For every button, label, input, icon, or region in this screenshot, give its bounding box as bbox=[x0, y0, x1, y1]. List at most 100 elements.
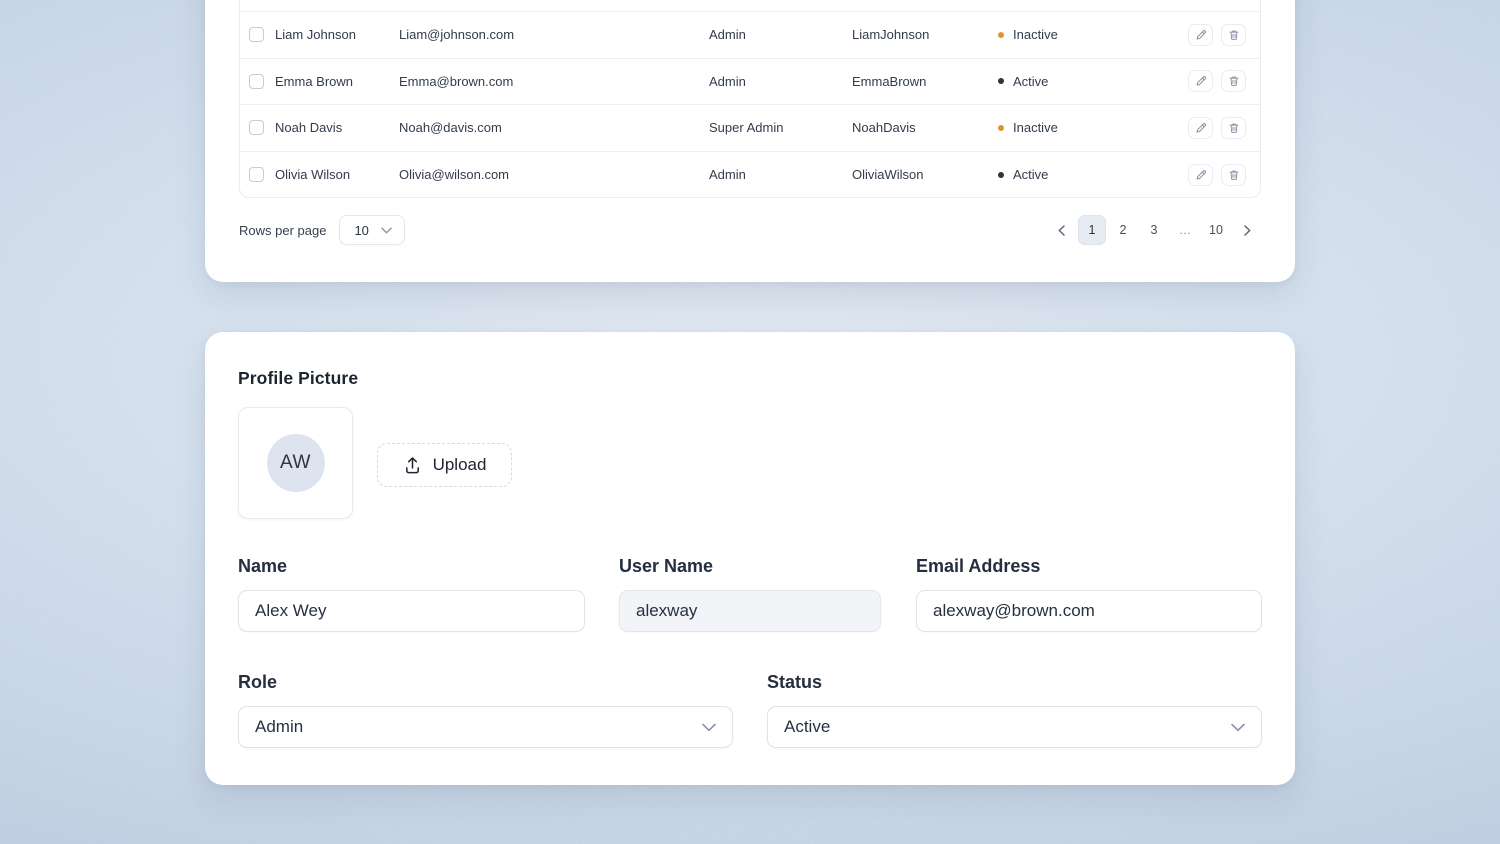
user-username-cell: OliviaWilson bbox=[852, 167, 998, 182]
pencil-icon bbox=[1195, 29, 1207, 41]
status-dot bbox=[998, 32, 1004, 38]
chevron-down-icon bbox=[381, 227, 392, 234]
role-select[interactable]: Admin bbox=[238, 706, 733, 748]
status-select[interactable]: Active bbox=[767, 706, 1262, 748]
user-username-cell: EmmaBrown bbox=[852, 74, 998, 89]
pencil-icon bbox=[1195, 122, 1207, 134]
user-email-cell: Emma@brown.com bbox=[399, 74, 709, 89]
user-name-cell: Noah Davis bbox=[275, 120, 399, 135]
user-role-cell: Super Admin bbox=[709, 120, 852, 135]
page-button-3[interactable]: 3 bbox=[1140, 215, 1168, 245]
username-label: User Name bbox=[619, 556, 881, 577]
next-page-button[interactable] bbox=[1233, 215, 1261, 245]
row-checkbox[interactable] bbox=[249, 167, 264, 182]
chevron-down-icon bbox=[1231, 723, 1245, 732]
user-role-cell: Admin bbox=[709, 167, 852, 182]
user-name-cell: Liam Johnson bbox=[275, 27, 399, 42]
user-username-cell: NoahDavis bbox=[852, 120, 998, 135]
edit-button[interactable] bbox=[1188, 70, 1213, 92]
user-name-cell: Emma Brown bbox=[275, 74, 399, 89]
role-label: Role bbox=[238, 672, 733, 693]
user-status-cell: Inactive bbox=[998, 120, 1160, 135]
status-value: Active bbox=[784, 717, 830, 737]
row-actions bbox=[1160, 117, 1246, 139]
edit-button[interactable] bbox=[1188, 24, 1213, 46]
trash-icon bbox=[1228, 169, 1240, 181]
user-name-cell: Olivia Wilson bbox=[275, 167, 399, 182]
user-status-cell: Active bbox=[998, 167, 1160, 182]
role-field: Role Admin bbox=[238, 672, 733, 748]
table-row: Emma Brown Emma@brown.com Admin EmmaBrow… bbox=[240, 59, 1260, 106]
pencil-icon bbox=[1195, 169, 1207, 181]
row-checkbox[interactable] bbox=[249, 27, 264, 42]
users-table-card: Liam Johnson Liam@johnson.com Admin Liam… bbox=[205, 0, 1295, 282]
status-dot bbox=[998, 172, 1004, 178]
status-label: Active bbox=[1013, 74, 1048, 89]
status-dot bbox=[998, 125, 1004, 131]
row-checkbox[interactable] bbox=[249, 74, 264, 89]
row-actions bbox=[1160, 164, 1246, 186]
user-status-cell: Active bbox=[998, 74, 1160, 89]
row-actions bbox=[1160, 24, 1246, 46]
user-role-cell: Admin bbox=[709, 74, 852, 89]
user-email-cell: Noah@davis.com bbox=[399, 120, 709, 135]
user-email-cell: Olivia@wilson.com bbox=[399, 167, 709, 182]
table-row: Noah Davis Noah@davis.com Super Admin No… bbox=[240, 105, 1260, 152]
delete-button[interactable] bbox=[1221, 117, 1246, 139]
profile-card: Profile Picture AW Upload Name User Name… bbox=[205, 332, 1295, 785]
rows-per-page-value: 10 bbox=[354, 223, 368, 238]
table-row: Olivia Wilson Olivia@wilson.com Admin Ol… bbox=[240, 152, 1260, 199]
profile-picture-title: Profile Picture bbox=[238, 368, 358, 389]
delete-button[interactable] bbox=[1221, 24, 1246, 46]
table-row: Liam Johnson Liam@johnson.com Admin Liam… bbox=[240, 12, 1260, 59]
chevron-left-icon bbox=[1058, 225, 1065, 236]
role-value: Admin bbox=[255, 717, 303, 737]
name-input[interactable] bbox=[238, 590, 585, 632]
username-input[interactable] bbox=[619, 590, 881, 632]
users-table: Liam Johnson Liam@johnson.com Admin Liam… bbox=[239, 0, 1261, 198]
status-label: Inactive bbox=[1013, 120, 1058, 135]
user-email-cell: Liam@johnson.com bbox=[399, 27, 709, 42]
delete-button[interactable] bbox=[1221, 164, 1246, 186]
user-status-cell: Inactive bbox=[998, 27, 1160, 42]
name-field: Name bbox=[238, 556, 585, 632]
email-label: Email Address bbox=[916, 556, 1262, 577]
pagination-ellipsis: … bbox=[1171, 215, 1199, 245]
avatar: AW bbox=[267, 434, 325, 492]
status-label: Inactive bbox=[1013, 27, 1058, 42]
trash-icon bbox=[1228, 122, 1240, 134]
trash-icon bbox=[1228, 75, 1240, 87]
user-username-cell: LiamJohnson bbox=[852, 27, 998, 42]
upload-button[interactable]: Upload bbox=[377, 443, 512, 487]
previous-page-button[interactable] bbox=[1047, 215, 1075, 245]
delete-button[interactable] bbox=[1221, 70, 1246, 92]
email-input[interactable] bbox=[916, 590, 1262, 632]
row-checkbox[interactable] bbox=[249, 120, 264, 135]
upload-label: Upload bbox=[433, 455, 487, 475]
edit-button[interactable] bbox=[1188, 117, 1213, 139]
upload-icon bbox=[403, 456, 422, 475]
page-button-10[interactable]: 10 bbox=[1202, 215, 1230, 245]
status-label: Active bbox=[1013, 167, 1048, 182]
avatar-container: AW bbox=[238, 407, 353, 519]
status-label: Status bbox=[767, 672, 1262, 693]
name-label: Name bbox=[238, 556, 585, 577]
status-field: Status Active bbox=[767, 672, 1262, 748]
row-actions bbox=[1160, 70, 1246, 92]
page-button-1[interactable]: 1 bbox=[1078, 215, 1106, 245]
pagination: 1 2 3 … 10 bbox=[1047, 215, 1261, 245]
user-role-cell: Admin bbox=[709, 27, 852, 42]
trash-icon bbox=[1228, 29, 1240, 41]
rows-per-page-label: Rows per page bbox=[239, 223, 326, 238]
username-field: User Name bbox=[619, 556, 881, 632]
pencil-icon bbox=[1195, 75, 1207, 87]
table-footer: Rows per page 10 1 2 3 … 10 bbox=[239, 214, 1261, 246]
page-button-2[interactable]: 2 bbox=[1109, 215, 1137, 245]
rows-per-page: Rows per page 10 bbox=[239, 215, 405, 245]
edit-button[interactable] bbox=[1188, 164, 1213, 186]
chevron-down-icon bbox=[702, 723, 716, 732]
rows-per-page-select[interactable]: 10 bbox=[339, 215, 404, 245]
status-dot bbox=[998, 78, 1004, 84]
chevron-right-icon bbox=[1244, 225, 1251, 236]
table-row-cutoff bbox=[240, 0, 1260, 12]
